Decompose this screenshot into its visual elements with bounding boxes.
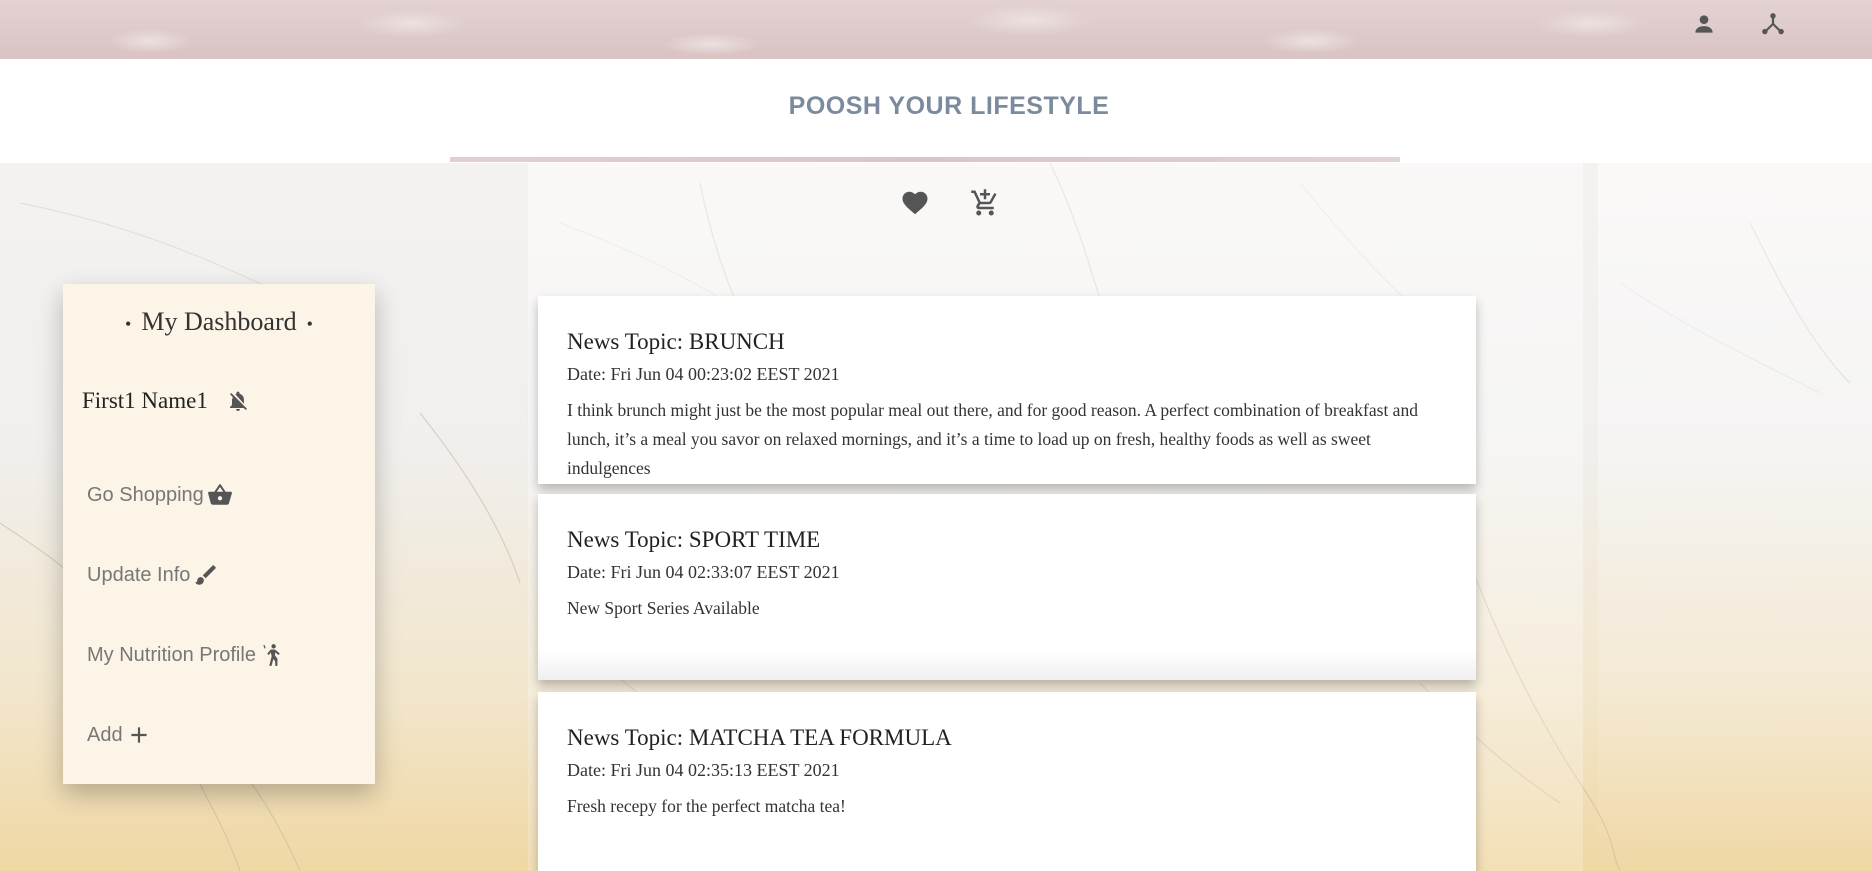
heart-icon[interactable] [900, 188, 930, 218]
person-walking-icon [258, 641, 286, 669]
shopping-basket-icon [206, 481, 234, 509]
news-topic: News Topic: BRUNCH [567, 329, 785, 354]
add-label: Add [87, 723, 123, 746]
nutrition-profile-label: My Nutrition Profile [87, 643, 256, 666]
news-card[interactable]: News Topic: MATCHA TEA FORMULA Date: Fri… [538, 692, 1476, 871]
news-body: Fresh recepy for the perfect matcha tea! [567, 796, 846, 816]
news-topic: News Topic: MATCHA TEA FORMULA [567, 725, 952, 750]
add-cart-icon[interactable] [970, 188, 1000, 218]
brush-icon [192, 561, 220, 589]
news-body: I think brunch might just be the most po… [567, 400, 1418, 478]
user-row: First1 Name1 [82, 388, 250, 414]
news-date: Date: Fri Jun 04 00:23:02 EEST 2021 [567, 364, 840, 384]
dashboard-sidebar: • My Dashboard • First1 Name1 Go Shopping … [63, 284, 375, 784]
go-shopping-link[interactable]: Go Shopping [87, 481, 234, 509]
nutrition-profile-link[interactable]: My Nutrition Profile [87, 641, 286, 669]
top-bar [0, 0, 1872, 59]
title-divider [450, 157, 1400, 162]
update-info-link[interactable]: Update Info [87, 561, 220, 589]
dashboard-title-text: My Dashboard [141, 307, 297, 336]
hub-icon[interactable] [1759, 10, 1787, 38]
add-link[interactable]: Add [87, 721, 153, 749]
notifications-off-icon[interactable] [226, 389, 250, 413]
news-body: New Sport Series Available [567, 598, 760, 618]
go-shopping-label: Go Shopping [87, 483, 204, 506]
news-card[interactable]: News Topic: SPORT TIME Date: Fri Jun 04 … [538, 494, 1476, 680]
news-date: Date: Fri Jun 04 02:35:13 EEST 2021 [567, 760, 840, 780]
account-icon[interactable] [1690, 10, 1718, 38]
news-card[interactable]: News Topic: BRUNCH Date: Fri Jun 04 00:2… [538, 296, 1476, 484]
right-panel [1598, 163, 1872, 871]
user-name: First1 Name1 [82, 388, 208, 413]
plus-icon [125, 721, 153, 749]
card-fade [538, 650, 1476, 680]
update-info-label: Update Info [87, 563, 191, 586]
site-title: POOSH YOUR LIFESTYLE [788, 92, 1110, 120]
bullet-icon: • [306, 313, 313, 334]
bullet-icon: • [125, 313, 132, 334]
dashboard-title: • My Dashboard • [63, 307, 375, 337]
news-topic: News Topic: SPORT TIME [567, 527, 821, 552]
news-date: Date: Fri Jun 04 02:33:07 EEST 2021 [567, 562, 840, 582]
